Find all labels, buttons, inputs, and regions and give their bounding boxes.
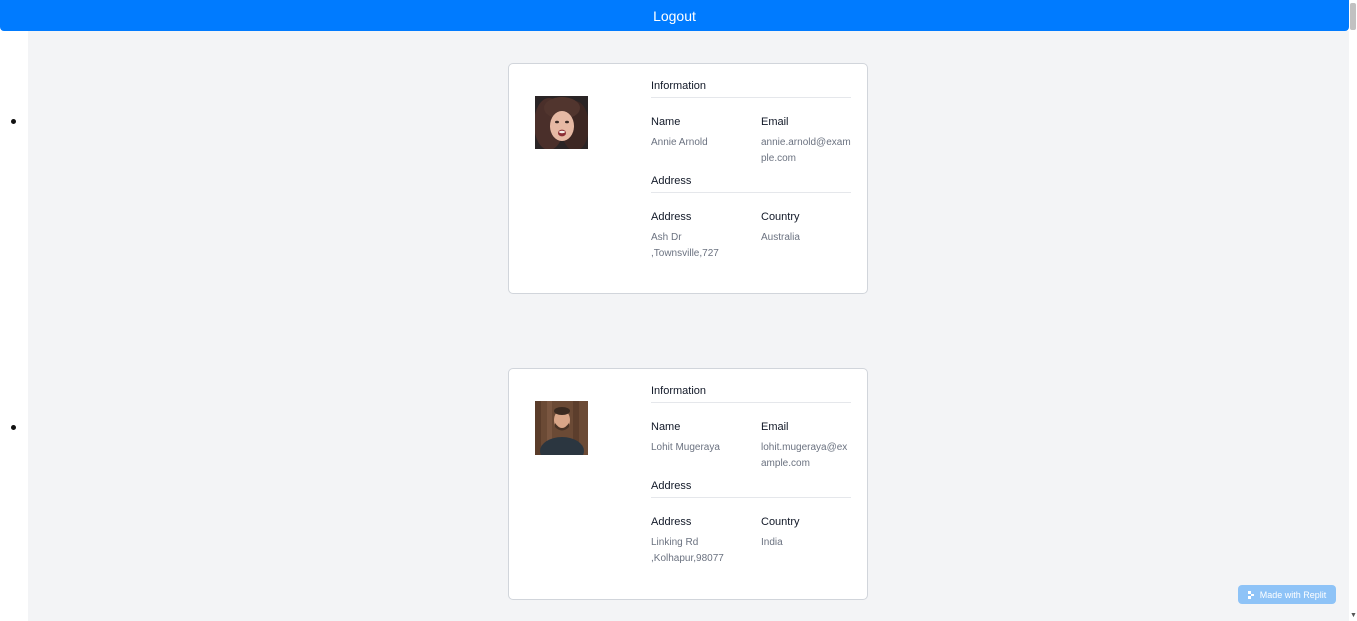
section-title-address: Address — [651, 175, 851, 193]
email-label: Email — [761, 116, 789, 128]
replit-icon — [1247, 590, 1254, 599]
made-with-replit-badge[interactable]: Made with Replit — [1238, 585, 1336, 604]
section-title-information: Information — [651, 385, 851, 403]
user-list: Information Name Annie Arnold Email anni… — [28, 31, 1349, 621]
name-value: Annie Arnold — [651, 137, 708, 148]
address-value: Ash Dr ,Townsville,727 — [651, 232, 719, 259]
avatar — [535, 401, 588, 455]
email-value: annie.arnold@example.com — [761, 137, 851, 164]
vertical-scrollbar[interactable]: ▼ — [1349, 0, 1357, 621]
address-value: Linking Rd ,Kolhapur,98077 — [651, 537, 724, 564]
country-value: Australia — [761, 232, 800, 243]
logout-button[interactable]: Logout — [653, 8, 696, 24]
user-info: Information Name Lohit Mugeraya Email lo… — [651, 385, 851, 567]
scroll-down-arrow-icon[interactable]: ▼ — [1350, 612, 1357, 619]
name-label: Name — [651, 421, 681, 433]
address-label: Address — [651, 211, 692, 223]
email-label: Email — [761, 421, 789, 433]
country-value: India — [761, 537, 783, 548]
list-gutter — [0, 31, 28, 621]
country-label: Country — [761, 516, 800, 528]
section-title-address: Address — [651, 480, 851, 498]
name-label: Name — [651, 116, 681, 128]
user-card: Information Name Annie Arnold Email anni… — [508, 63, 868, 294]
section-title-information: Information — [651, 80, 851, 98]
country-label: Country — [761, 211, 800, 223]
email-value: lohit.mugeraya@example.com — [761, 442, 848, 469]
user-info: Information Name Annie Arnold Email anni… — [651, 80, 851, 262]
list-bullet-icon — [11, 425, 16, 430]
badge-label: Made with Replit — [1259, 589, 1327, 600]
avatar — [535, 96, 588, 149]
user-card: Information Name Lohit Mugeraya Email lo… — [508, 368, 868, 600]
name-value: Lohit Mugeraya — [651, 442, 720, 453]
top-bar: Logout — [0, 0, 1349, 31]
list-bullet-icon — [11, 119, 16, 124]
address-label: Address — [651, 516, 692, 528]
scrollbar-thumb[interactable] — [1350, 3, 1356, 30]
